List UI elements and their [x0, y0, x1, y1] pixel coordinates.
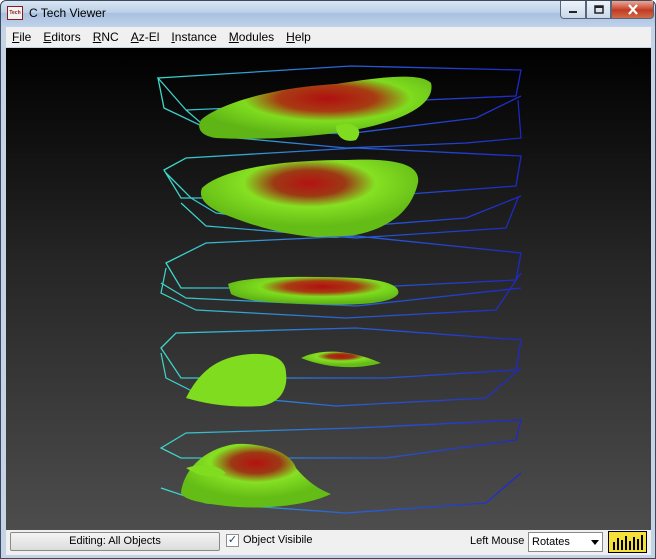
- close-button[interactable]: [611, 1, 654, 19]
- app-logo-icon: Tech: [7, 6, 23, 20]
- status-bar: Editing: All Objects ✓ Object Visibile L…: [6, 530, 651, 555]
- object-visible-checkbox[interactable]: ✓: [226, 534, 239, 547]
- layer-slice-4: [160, 327, 522, 407]
- editing-button[interactable]: Editing: All Objects: [10, 532, 220, 551]
- close-icon: [627, 4, 638, 15]
- left-mouse-value: Rotates: [532, 536, 570, 548]
- layer-slice-2: [163, 147, 522, 239]
- title-bar[interactable]: Tech C Tech Viewer: [1, 1, 655, 26]
- menu-bar: File Editors RNC Az-El Instance Modules …: [6, 27, 651, 47]
- menu-modules[interactable]: Modules: [223, 30, 280, 44]
- layer-slice-5: [159, 419, 522, 514]
- menu-editors[interactable]: Editors: [37, 30, 86, 44]
- layer-slice-3: [160, 235, 522, 319]
- maximize-button[interactable]: [586, 1, 611, 19]
- layer-slice-1: [156, 65, 522, 149]
- menu-rnc[interactable]: RNC: [87, 30, 125, 44]
- app-window: Tech C Tech Viewer File Editors RNC Az-E…: [0, 0, 656, 559]
- left-mouse-label: Left Mouse: [470, 535, 525, 547]
- 3d-viewport[interactable]: [6, 48, 651, 530]
- menu-help[interactable]: Help: [280, 30, 317, 44]
- performance-meter-icon: [608, 531, 647, 553]
- menu-file[interactable]: File: [6, 30, 37, 44]
- minimize-button[interactable]: [560, 1, 586, 19]
- menu-az-el[interactable]: Az-El: [125, 30, 166, 44]
- window-title: C Tech Viewer: [29, 6, 106, 20]
- menu-instance[interactable]: Instance: [165, 30, 222, 44]
- chevron-down-icon: [591, 540, 599, 545]
- 3d-scene: [156, 65, 522, 514]
- maximize-icon: [593, 4, 604, 14]
- object-visible-label: Object Visibile: [243, 534, 313, 546]
- left-mouse-select[interactable]: Rotates: [528, 532, 603, 552]
- minimize-icon: [569, 10, 577, 13]
